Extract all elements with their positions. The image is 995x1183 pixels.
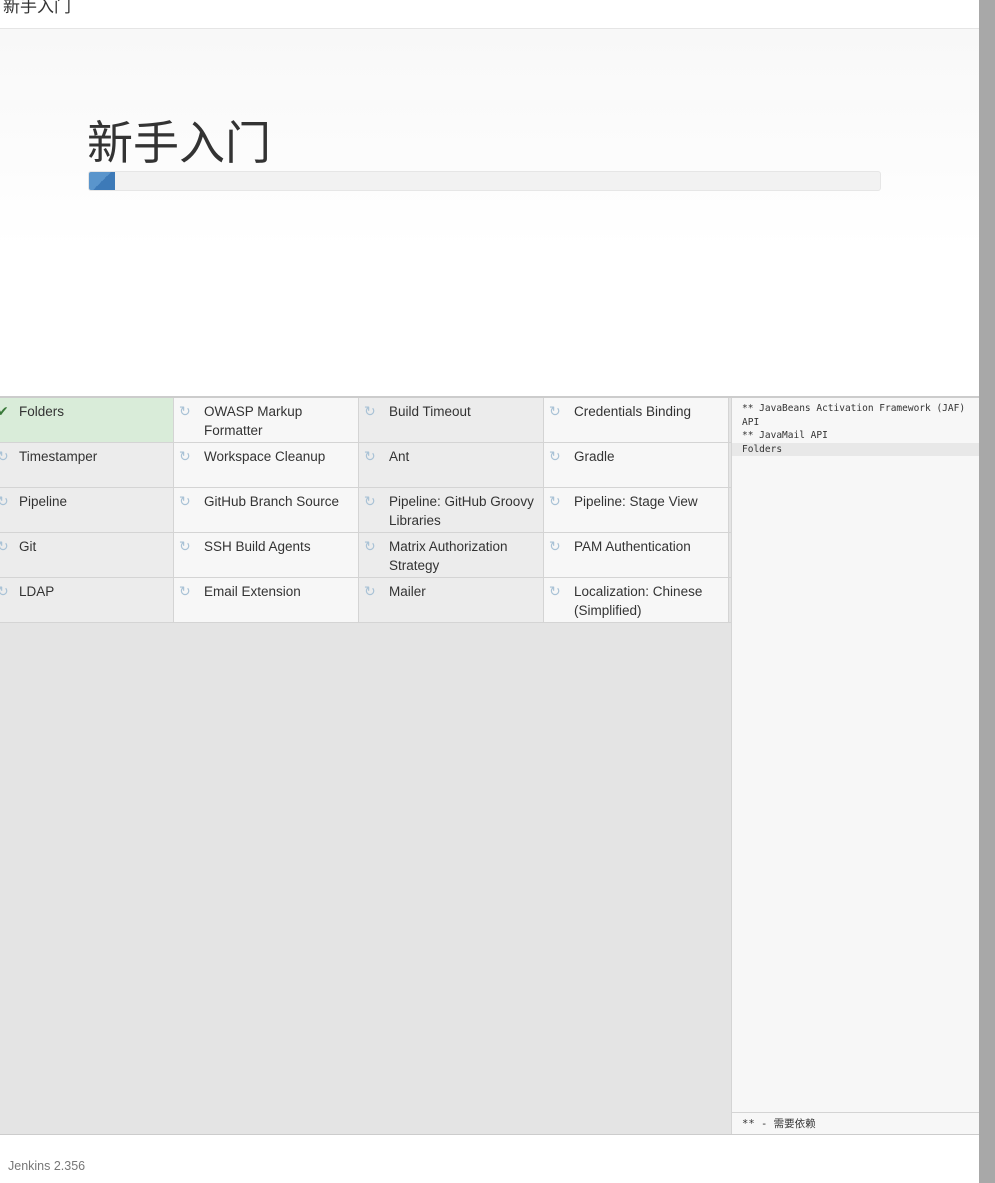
plugin-name: Matrix Authorization Strategy: [389, 539, 508, 573]
plugin-name: Build Timeout: [389, 404, 471, 419]
plugin-item: ↻ Workspace Cleanup: [174, 443, 359, 487]
plugin-name: Localization: Chinese (Simplified): [574, 584, 703, 618]
refresh-icon: ↻: [0, 538, 9, 554]
plugin-row: ✔ Folders ↻ OWASP Markup Formatter ↻ Build Ti…: [0, 398, 731, 443]
refresh-icon: ↻: [549, 583, 561, 599]
plugin-name: PAM Authentication: [574, 539, 691, 554]
refresh-icon: ↻: [549, 448, 561, 464]
plugin-item: ↻ PAM Authentication: [544, 533, 729, 577]
plugin-name: Pipeline: Stage View: [574, 494, 698, 509]
plugin-item: ↻ Email Extension: [174, 578, 359, 622]
plugin-name: Pipeline: GitHub Groovy Libraries: [389, 494, 534, 528]
plugin-grid: ✔ Folders ↻ OWASP Markup Formatter ↻ Build Ti…: [0, 398, 731, 1134]
refresh-icon: ↻: [0, 448, 9, 464]
plugin-item: ↻ Timestamper: [0, 443, 174, 487]
refresh-icon: ↻: [549, 403, 561, 419]
refresh-icon: ↻: [0, 583, 9, 599]
plugin-name: Gradle: [574, 449, 615, 464]
refresh-icon: ↻: [179, 403, 191, 419]
footer: Jenkins 2.356: [0, 1134, 979, 1183]
plugin-item: ✔ Folders: [0, 398, 174, 442]
plugin-item: ↻ Pipeline: [0, 488, 174, 532]
install-log: ** JavaBeans Activation Framework (JAF) …: [731, 398, 980, 1134]
plugin-item: ↻ Pipeline: GitHub Groovy Libraries: [359, 488, 544, 532]
plugin-item: ↻ GitHub Branch Source: [174, 488, 359, 532]
refresh-icon: ↻: [364, 493, 376, 509]
log-line-current: Folders: [732, 442, 980, 456]
install-progress-bar: [88, 171, 881, 191]
refresh-icon: ↻: [179, 583, 191, 599]
log-line: ** JavaMail API: [742, 430, 828, 441]
plugin-item: ↻ Pipeline: Stage View: [544, 488, 729, 532]
refresh-icon: ↻: [0, 493, 9, 509]
plugin-name: Mailer: [389, 584, 426, 599]
plugin-item: ↻ Gradle: [544, 443, 729, 487]
plugin-item: ↻ Localization: Chinese (Simplified): [544, 578, 729, 622]
plugin-name: Ant: [389, 449, 410, 464]
refresh-icon: ↻: [549, 493, 561, 509]
progress-fill: [89, 172, 116, 190]
scrollbar[interactable]: [979, 0, 995, 1182]
setup-wizard: 新手入门 新手入门 ✔ Folders ↻ OWASP Markup Formatte…: [0, 0, 980, 1183]
refresh-icon: ↻: [179, 448, 191, 464]
version-label: Jenkins 2.356: [8, 1159, 86, 1173]
plugin-item: ↻ Ant: [359, 443, 544, 487]
plugin-item: ↻ Credentials Binding: [544, 398, 729, 442]
refresh-icon: ↻: [179, 538, 191, 554]
plugin-name: GitHub Branch Source: [204, 494, 340, 509]
plugin-name: Folders: [19, 404, 65, 419]
log-line: ** JavaBeans Activation Framework (JAF) …: [742, 403, 966, 428]
refresh-icon: ↻: [364, 403, 376, 419]
window-title: 新手入门: [3, 0, 71, 16]
plugin-item: ↻ LDAP: [0, 578, 174, 622]
plugin-item: ↻ Build Timeout: [359, 398, 544, 442]
plugin-name: Workspace Cleanup: [204, 449, 326, 464]
refresh-icon: ↻: [364, 538, 376, 554]
plugin-name: Git: [19, 539, 37, 554]
plugin-name: OWASP Markup Formatter: [204, 404, 303, 438]
plugin-row: ↻ Git ↻ SSH Build Agents ↻ Matrix Authorizati…: [0, 533, 731, 578]
plugin-name: Credentials Binding: [574, 404, 692, 419]
refresh-icon: ↻: [364, 448, 376, 464]
refresh-icon: ↻: [364, 583, 376, 599]
page-title: 新手入门: [87, 117, 271, 169]
plugin-name: LDAP: [19, 584, 55, 599]
plugin-item: ↻ Git: [0, 533, 174, 577]
plugin-item: ↻ OWASP Markup Formatter: [174, 398, 359, 442]
hero-panel: 新手入门: [0, 29, 979, 398]
check-icon: ✔: [0, 403, 9, 419]
plugin-item: ↻ SSH Build Agents: [174, 533, 359, 577]
log-legend: ** - 需要依赖: [732, 1112, 980, 1134]
plugin-item: ↻ Mailer: [359, 578, 544, 622]
plugin-row: ↻ LDAP ↻ Email Extension ↻ Mailer ↻ Localizatio…: [0, 578, 731, 623]
plugin-row: ↻ Pipeline ↻ GitHub Branch Source ↻ Pipeline:…: [0, 488, 731, 533]
refresh-icon: ↻: [179, 493, 191, 509]
plugin-name: Pipeline: [19, 494, 68, 509]
plugin-name: Email Extension: [204, 584, 301, 599]
refresh-icon: ↻: [549, 538, 561, 554]
plugin-item: ↻ Matrix Authorization Strategy: [359, 533, 544, 577]
plugin-row: ↻ Timestamper ↻ Workspace Cleanup ↻ Ant ↻ Gradl…: [0, 443, 731, 488]
plugin-name: SSH Build Agents: [204, 539, 311, 554]
plugin-name: Timestamper: [19, 449, 98, 464]
title-bar: 新手入门: [0, 0, 979, 29]
